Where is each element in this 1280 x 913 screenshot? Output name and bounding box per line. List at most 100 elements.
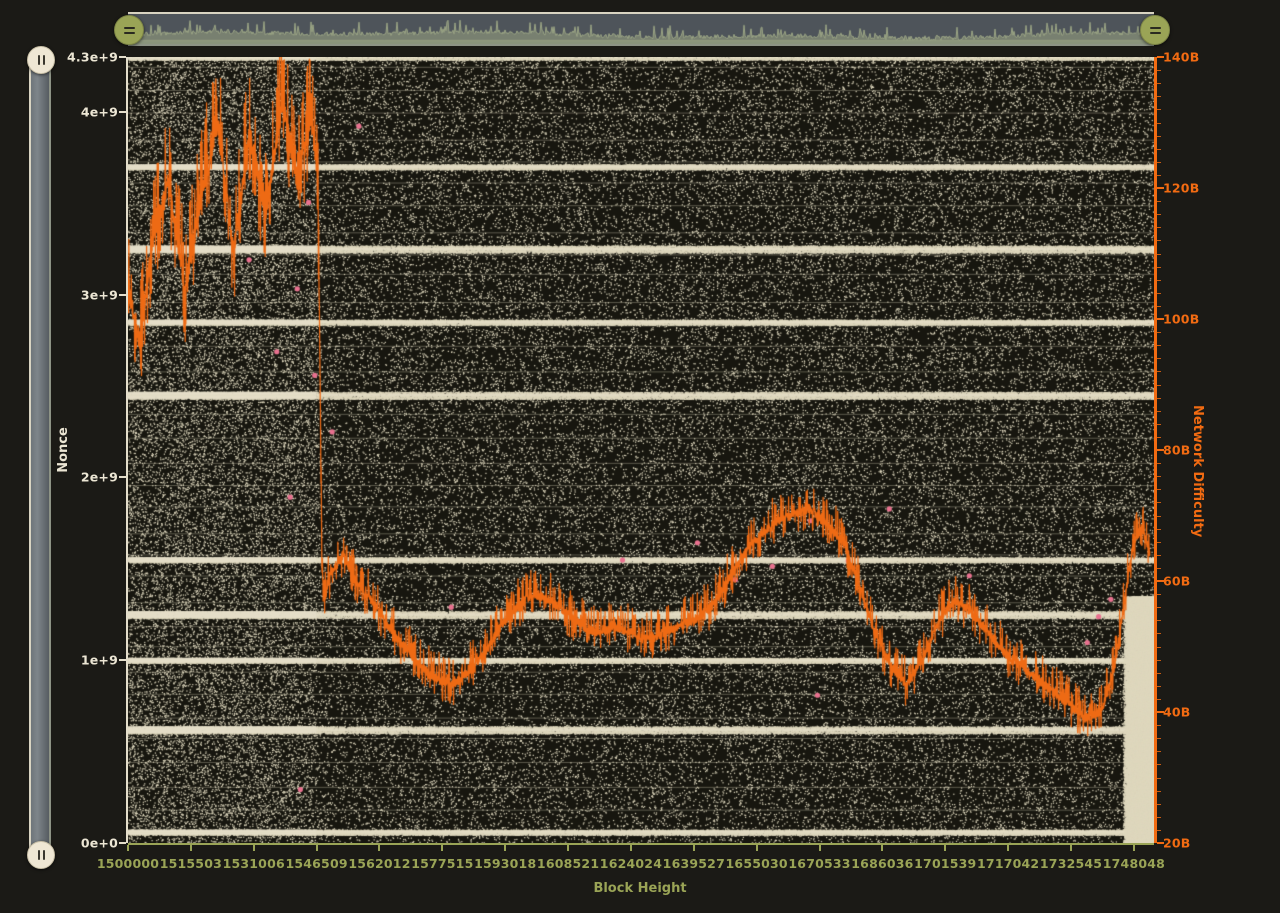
y2-axis-minor-tick bbox=[1157, 542, 1161, 543]
y-axis-title: Nonce bbox=[56, 427, 71, 473]
nonce-slider-top-handle[interactable] bbox=[27, 46, 55, 74]
handle-grip-line bbox=[124, 27, 135, 29]
y2-axis-minor-tick bbox=[1157, 57, 1161, 58]
y-axis-tick-label: 0e+0 bbox=[81, 836, 118, 851]
y2-axis-minor-tick bbox=[1157, 332, 1161, 333]
y2-axis-tick-label: 120B bbox=[1163, 181, 1199, 196]
x-axis-tick bbox=[944, 845, 946, 851]
y-axis-tick-label: 1e+9 bbox=[81, 653, 118, 668]
nonce-range-slider[interactable] bbox=[29, 57, 51, 851]
y-axis-tick bbox=[119, 294, 126, 296]
y2-axis-minor-tick bbox=[1157, 489, 1161, 490]
handle-grip-line bbox=[1150, 32, 1161, 34]
y2-axis-tick-label: 20B bbox=[1163, 836, 1191, 851]
y-axis-tick-label: 3e+9 bbox=[81, 287, 118, 302]
y2-axis-minor-tick bbox=[1157, 424, 1161, 425]
y2-axis-minor-tick bbox=[1157, 240, 1161, 241]
y2-axis-minor-tick bbox=[1157, 201, 1161, 202]
y2-axis-minor-tick bbox=[1157, 647, 1161, 648]
x-axis-tick bbox=[1133, 845, 1135, 851]
y2-axis-minor-tick bbox=[1157, 804, 1161, 805]
range-slider-preview-sparkline bbox=[128, 14, 1154, 44]
x-axis-tick-label: 1639527 bbox=[663, 856, 725, 871]
y2-axis-minor-tick bbox=[1157, 385, 1161, 386]
y2-axis-minor-tick bbox=[1157, 751, 1161, 752]
y2-axis-minor-tick bbox=[1157, 555, 1161, 556]
x-axis-tick-label: 1562012 bbox=[348, 856, 410, 871]
y2-axis-minor-tick bbox=[1157, 791, 1161, 792]
y-axis-tick-label: 4.3e+9 bbox=[67, 50, 118, 65]
y2-axis-minor-tick bbox=[1157, 673, 1161, 674]
x-axis-tick bbox=[881, 845, 883, 851]
y2-axis-minor-tick bbox=[1157, 607, 1161, 608]
y2-axis-title: Network Difficulty bbox=[1190, 405, 1205, 537]
y2-axis-minor-tick bbox=[1157, 96, 1161, 97]
x-axis-tick-label: 1717042 bbox=[977, 856, 1039, 871]
y2-axis-minor-tick bbox=[1157, 725, 1161, 726]
y2-axis-minor-tick bbox=[1157, 738, 1161, 739]
x-axis-tick-label: 1593018 bbox=[474, 856, 536, 871]
y2-axis-minor-tick bbox=[1157, 712, 1161, 713]
y2-axis-minor-tick bbox=[1157, 764, 1161, 765]
x-axis-tick-label: 1515503 bbox=[160, 856, 222, 871]
x-axis-tick-label: 1701539 bbox=[914, 856, 976, 871]
plot-area[interactable] bbox=[128, 57, 1154, 843]
y2-axis-minor-tick bbox=[1157, 371, 1161, 372]
x-axis-tick bbox=[1007, 845, 1009, 851]
block-height-range-slider[interactable] bbox=[128, 12, 1154, 46]
nonce-slider-bottom-handle[interactable] bbox=[27, 841, 55, 869]
x-axis-tick bbox=[504, 845, 506, 851]
y2-axis-minor-tick bbox=[1157, 568, 1161, 569]
y-axis-tick bbox=[119, 659, 126, 661]
y2-axis-minor-tick bbox=[1157, 581, 1161, 582]
y2-axis-minor-tick bbox=[1157, 83, 1161, 84]
x-axis-tick bbox=[1070, 845, 1072, 851]
y2-axis-minor-tick bbox=[1157, 345, 1161, 346]
x-axis-tick-label: 1655030 bbox=[726, 856, 788, 871]
y-axis-tick bbox=[119, 111, 126, 113]
y2-axis-minor-tick bbox=[1157, 162, 1161, 163]
y2-axis-minor-tick bbox=[1157, 476, 1161, 477]
y2-axis-minor-tick bbox=[1157, 633, 1161, 634]
y2-axis-minor-tick bbox=[1157, 109, 1161, 110]
x-axis-line bbox=[128, 843, 1154, 845]
y2-axis-minor-tick bbox=[1157, 70, 1161, 71]
y2-axis-minor-tick bbox=[1157, 214, 1161, 215]
y2-axis-minor-tick bbox=[1157, 293, 1161, 294]
x-axis-tick-label: 1732545 bbox=[1040, 856, 1102, 871]
y2-axis-minor-tick bbox=[1157, 699, 1161, 700]
y2-axis-minor-tick bbox=[1157, 280, 1161, 281]
range-slider-right-handle[interactable] bbox=[1140, 15, 1170, 45]
y2-axis-minor-tick bbox=[1157, 411, 1161, 412]
y2-axis-minor-tick bbox=[1157, 175, 1161, 176]
y2-axis-minor-tick bbox=[1157, 660, 1161, 661]
scatter-and-line-canvas bbox=[128, 57, 1154, 843]
x-axis-tick bbox=[378, 845, 380, 851]
y-axis-tick bbox=[119, 476, 126, 478]
y-axis-tick bbox=[119, 56, 126, 58]
x-axis-tick-label: 1686036 bbox=[851, 856, 913, 871]
y-axis-line bbox=[126, 57, 128, 843]
y2-axis-minor-tick bbox=[1157, 254, 1161, 255]
range-slider-left-handle[interactable] bbox=[114, 15, 144, 45]
y2-axis-minor-tick bbox=[1157, 529, 1161, 530]
handle-grip-line bbox=[43, 850, 45, 860]
x-axis-tick-label: 1577515 bbox=[411, 856, 473, 871]
y2-axis-minor-tick bbox=[1157, 686, 1161, 687]
x-axis-tick-label: 1500000 bbox=[97, 856, 159, 871]
y2-axis-minor-tick bbox=[1157, 267, 1161, 268]
y-axis-tick-label: 2e+9 bbox=[81, 470, 118, 485]
y2-axis-minor-tick bbox=[1157, 227, 1161, 228]
x-axis-tick bbox=[819, 845, 821, 851]
y2-axis-minor-tick bbox=[1157, 450, 1161, 451]
handle-grip-line bbox=[1150, 27, 1161, 29]
y2-axis-minor-tick bbox=[1157, 136, 1161, 137]
x-axis-tick bbox=[190, 845, 192, 851]
y2-axis-minor-tick bbox=[1157, 123, 1161, 124]
y2-axis-minor-tick bbox=[1157, 358, 1161, 359]
handle-grip-line bbox=[124, 32, 135, 34]
x-axis-tick-label: 1624024 bbox=[600, 856, 662, 871]
x-axis-tick-label: 1748048 bbox=[1103, 856, 1165, 871]
y2-axis-minor-tick bbox=[1157, 817, 1161, 818]
chart-application: 0e+01e+92e+93e+94e+94.3e+9 20B40B60B80B1… bbox=[0, 0, 1280, 913]
